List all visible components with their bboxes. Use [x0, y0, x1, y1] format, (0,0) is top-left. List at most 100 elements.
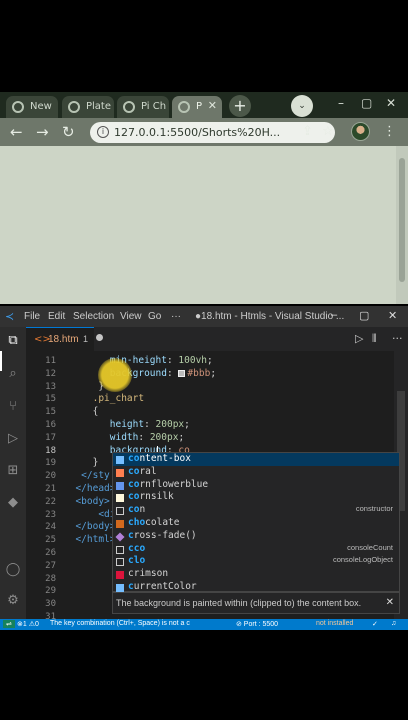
split-editor-icon[interactable]: ⫴ [372, 332, 377, 346]
autocomplete-suggestion-list[interactable]: content-box coral cornflowerblue cornsilk co… [112, 452, 400, 592]
suggestion-item[interactable]: clo consoleLogObject [113, 555, 399, 568]
suggestion-match: clo [128, 555, 146, 567]
keyword-icon [116, 456, 124, 464]
color-swatch-icon[interactable] [178, 369, 186, 377]
extension-status[interactable]: not installed [316, 620, 353, 627]
suggestion-item[interactable]: cornsilk [113, 491, 399, 504]
line-number: 21 [45, 484, 56, 494]
tab-filename: 18.htm [48, 334, 79, 345]
browser-tab-active[interactable]: P ✕ [172, 96, 222, 118]
minimize-button[interactable]: – [331, 309, 337, 321]
color-swatch-icon [116, 468, 124, 477]
suggestion-item[interactable]: cross-fade() [113, 530, 399, 543]
code-line[interactable]: width: 200px; [64, 432, 394, 445]
share-icon[interactable]: ⇪ [302, 124, 313, 139]
suggestion-item[interactable]: content-box [113, 453, 399, 466]
code-line[interactable]: .pi_chart [64, 393, 394, 406]
account-icon[interactable]: ◯ [5, 562, 21, 578]
feedback-icon[interactable]: ✓ [372, 620, 378, 628]
run-debug-icon[interactable]: ▷ [5, 431, 21, 447]
code-token: </html> [64, 534, 116, 546]
browser-tab-1[interactable]: New [6, 96, 58, 118]
window-title: ●18.htm - Htmls - Visual Studio ... [195, 311, 345, 322]
line-number: 28 [45, 573, 56, 584]
suggestion-match: cho [128, 517, 146, 528]
color-swatch-icon [116, 571, 124, 580]
snippet-icon [116, 558, 124, 567]
kebab-menu-icon[interactable]: ⋮ [383, 124, 396, 139]
profile-avatar[interactable] [351, 122, 370, 141]
suggestion-detail: constructor [355, 504, 393, 514]
editor-tab-18htm[interactable]: <> 18.htm 1 [26, 327, 94, 351]
doc-text: The background is painted within (clippe… [116, 598, 362, 608]
browser-window: New Plate Pi Ch P ✕ + ⌄ – ▢ ✕ ← → ↻ i 12… [0, 92, 408, 304]
suggestion-item[interactable]: crimson [113, 568, 399, 581]
maximize-button[interactable]: ▢ [361, 96, 372, 110]
python-icon[interactable]: ◆ [5, 495, 21, 511]
info-icon[interactable]: i [97, 126, 109, 138]
scrollbar-thumb[interactable] [399, 158, 405, 282]
address-bar[interactable]: i 127.0.0.1:5500/Shorts%20H... [90, 122, 335, 143]
line-number: 13 [45, 381, 56, 392]
suggestion-item[interactable]: coral [113, 466, 399, 479]
browser-tab-3[interactable]: Pi Ch [117, 96, 169, 118]
line-number: 11 [45, 356, 56, 366]
close-icon[interactable]: ✕ [386, 597, 394, 608]
menu-view[interactable]: View [120, 311, 142, 322]
forward-arrow-icon[interactable]: → [36, 123, 49, 141]
close-window-button[interactable]: ✕ [388, 309, 397, 322]
suggestion-match: co [128, 478, 140, 490]
menu-go[interactable]: Go [148, 311, 161, 322]
tab-label: New [30, 101, 52, 112]
menu-more[interactable]: ··· [171, 311, 181, 322]
more-actions-icon[interactable]: ··· [392, 332, 403, 345]
minimize-button[interactable]: – [338, 96, 344, 110]
code-token: 200px [155, 419, 185, 430]
live-server-port[interactable]: ⊘ Port : 5500 [236, 620, 278, 628]
suggestion-label: n [139, 504, 146, 516]
code-line[interactable]: height: 200px; [64, 419, 394, 432]
code-token: </body> [64, 521, 116, 533]
code-token: width [109, 431, 139, 443]
maximize-button[interactable]: ▢ [359, 309, 369, 322]
notifications-bell-icon[interactable]: ♫ [391, 620, 396, 627]
cursor-click-highlight [98, 358, 132, 392]
suggestion-label: urrentColor [133, 581, 197, 592]
snippet-icon [116, 545, 124, 554]
tab-search-button[interactable]: ⌄ [291, 95, 313, 117]
code-token: } [64, 380, 105, 392]
browser-scrollbar[interactable] [396, 146, 408, 304]
problems-status[interactable]: ⊗1 ⚠0 [17, 620, 39, 628]
new-tab-button[interactable]: + [229, 95, 251, 117]
extensions-icon[interactable]: ⊞ [5, 463, 21, 479]
menu-file[interactable]: File [24, 311, 40, 322]
remote-indicator[interactable]: ⇌ [3, 620, 15, 628]
suggestion-item[interactable]: chocolate [113, 517, 399, 530]
code-line[interactable]: { [64, 406, 394, 419]
close-icon[interactable]: ✕ [208, 99, 217, 112]
suggestion-item[interactable]: cornflowerblue [113, 479, 399, 492]
explorer-icon[interactable]: ⧉ [5, 333, 21, 349]
menu-edit[interactable]: Edit [48, 311, 65, 322]
reload-icon[interactable]: ↻ [62, 123, 75, 141]
code-token: 100vh [178, 355, 208, 366]
suggestion-label: ross-fade() [133, 529, 197, 541]
color-swatch-icon [116, 481, 124, 490]
unsaved-dot-icon[interactable] [96, 334, 103, 341]
star-icon[interactable]: ☆ [322, 124, 334, 139]
back-arrow-icon[interactable]: ← [10, 123, 23, 141]
browser-tab-2[interactable]: Plate [62, 96, 114, 118]
suggestion-item[interactable]: cco consoleCount [113, 543, 399, 556]
menu-selection[interactable]: Selection [73, 311, 114, 322]
suggestion-item[interactable]: con constructor [113, 504, 399, 517]
run-icon[interactable]: ▷ [355, 332, 363, 345]
line-number: 22 [45, 496, 56, 507]
settings-gear-icon[interactable]: ⚙ [5, 593, 21, 609]
search-icon[interactable]: ⌕ [5, 366, 21, 382]
suggestion-label: rnflowerblue [139, 478, 209, 490]
source-control-icon[interactable]: ⑂ [5, 399, 21, 415]
line-number: 24 [45, 522, 56, 533]
close-window-button[interactable]: ✕ [386, 96, 396, 110]
